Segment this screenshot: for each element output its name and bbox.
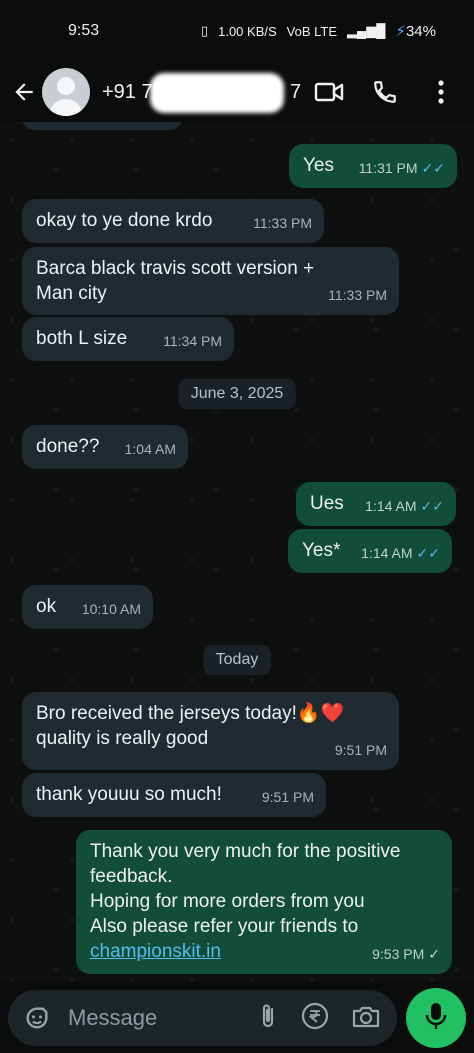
message-time: 9:51 PM xyxy=(261,789,314,805)
message-bubble[interactable]: Yes* 1:14 AM ✓✓ xyxy=(288,529,452,573)
message-text: Yes* xyxy=(302,540,341,561)
vibrate-icon: ▯ xyxy=(200,23,209,38)
phone-icon[interactable] xyxy=(370,77,400,107)
message-bubble[interactable]: Bro received the jerseys today!🔥❤️ quali… xyxy=(22,692,399,770)
message-placeholder: Message xyxy=(68,1005,158,1030)
video-call-icon[interactable] xyxy=(314,77,344,107)
signal-icon: ▂▄▆█ xyxy=(347,23,386,38)
battery-indicator: ⚡34% xyxy=(395,22,436,40)
avatar[interactable] xyxy=(42,68,90,116)
message-text: Bro received the jerseys today!🔥❤️ quali… xyxy=(36,703,345,749)
contact-name[interactable]: +91 74 7 xyxy=(102,73,301,113)
message-text: Thank you very much for the positive fee… xyxy=(90,841,401,887)
message-time: 10:10 AM xyxy=(81,601,141,617)
message-text: Ues xyxy=(310,493,344,514)
network-speed: 1.00 KB/S xyxy=(218,23,277,39)
date-separator: Today xyxy=(203,645,271,675)
attach-icon[interactable] xyxy=(257,1002,279,1035)
status-time: 9:53 xyxy=(68,22,100,39)
read-ticks-icon: ✓✓ xyxy=(420,498,444,514)
chat-header: +91 74 7 xyxy=(0,62,474,122)
message-text: okay to ye done krdo xyxy=(36,210,213,231)
message-text: ok xyxy=(36,596,57,617)
composer-bar: Message xyxy=(0,982,474,1053)
message-bubble[interactable]: Barca black travis scott version + Man c… xyxy=(22,247,399,315)
message-bubble[interactable]: done?? 1:04 AM xyxy=(22,425,188,469)
message-text: Yes xyxy=(303,155,334,176)
message-bubble[interactable]: okay to ye done krdo 11:33 PM xyxy=(22,199,324,243)
message-time: 11:31 PM ✓✓ xyxy=(358,160,445,176)
sticker-icon[interactable] xyxy=(20,1001,54,1035)
message-text: both L size xyxy=(36,328,128,349)
mic-icon xyxy=(425,1001,447,1036)
message-bubble[interactable]: both L size 11:34 PM xyxy=(22,317,234,361)
date-separator: June 3, 2025 xyxy=(178,379,296,409)
read-ticks-icon: ✓✓ xyxy=(416,545,440,561)
message-time: 11:33 PM xyxy=(253,215,312,231)
camera-icon[interactable] xyxy=(351,1003,381,1034)
message-text-line: Hoping for more orders from you xyxy=(90,891,365,912)
message-time: 11:33 PM xyxy=(328,287,387,303)
sent-tick-icon: ✓ xyxy=(428,946,440,962)
battery-percent: 34% xyxy=(405,23,436,40)
message-text: Barca black travis scott version + Man c… xyxy=(36,258,315,304)
chat-area: Yes 11:31 PM ✓✓ okay to ye done krdo 11:3… xyxy=(0,122,474,982)
partial-message xyxy=(22,122,182,130)
status-indicators: ▯ 1.00 KB/S VoB LTE ▂▄▆█ ⚡34% xyxy=(201,22,436,40)
message-text-line: Also please refer your friends to xyxy=(90,916,359,937)
message-time: 11:34 PM xyxy=(163,333,222,349)
back-arrow-icon[interactable] xyxy=(6,74,42,110)
message-bubble[interactable]: thank youuu so much! 9:51 PM xyxy=(22,773,326,817)
message-bubble[interactable]: ok 10:10 AM xyxy=(22,585,153,629)
message-input[interactable]: Message xyxy=(8,990,397,1046)
redaction-blur xyxy=(150,73,284,113)
more-icon[interactable] xyxy=(426,77,456,107)
message-time: 1:14 AM ✓✓ xyxy=(365,498,444,514)
message-bubble[interactable]: Thank you very much for the positive fee… xyxy=(76,830,452,974)
contact-name-suffix: 7 xyxy=(290,81,302,103)
message-time: 1:04 AM xyxy=(124,441,176,457)
read-ticks-icon: ✓✓ xyxy=(421,160,445,176)
message-bubble[interactable]: Yes 11:31 PM ✓✓ xyxy=(289,144,457,188)
message-time: 9:51 PM xyxy=(334,742,387,758)
message-bubble[interactable]: Ues 1:14 AM ✓✓ xyxy=(296,482,456,526)
message-time: 9:53 PM ✓ xyxy=(372,946,440,962)
charging-icon: ⚡ xyxy=(395,23,406,40)
message-text: thank youuu so much! xyxy=(36,784,222,805)
message-time: 1:14 AM ✓✓ xyxy=(361,545,440,561)
message-text: done?? xyxy=(36,436,100,457)
rupee-icon[interactable] xyxy=(301,1002,329,1035)
status-bar: 9:53 ▯ 1.00 KB/S VoB LTE ▂▄▆█ ⚡34% xyxy=(0,0,474,62)
mic-button[interactable] xyxy=(406,988,466,1048)
volte-label: VoB LTE xyxy=(286,23,337,39)
